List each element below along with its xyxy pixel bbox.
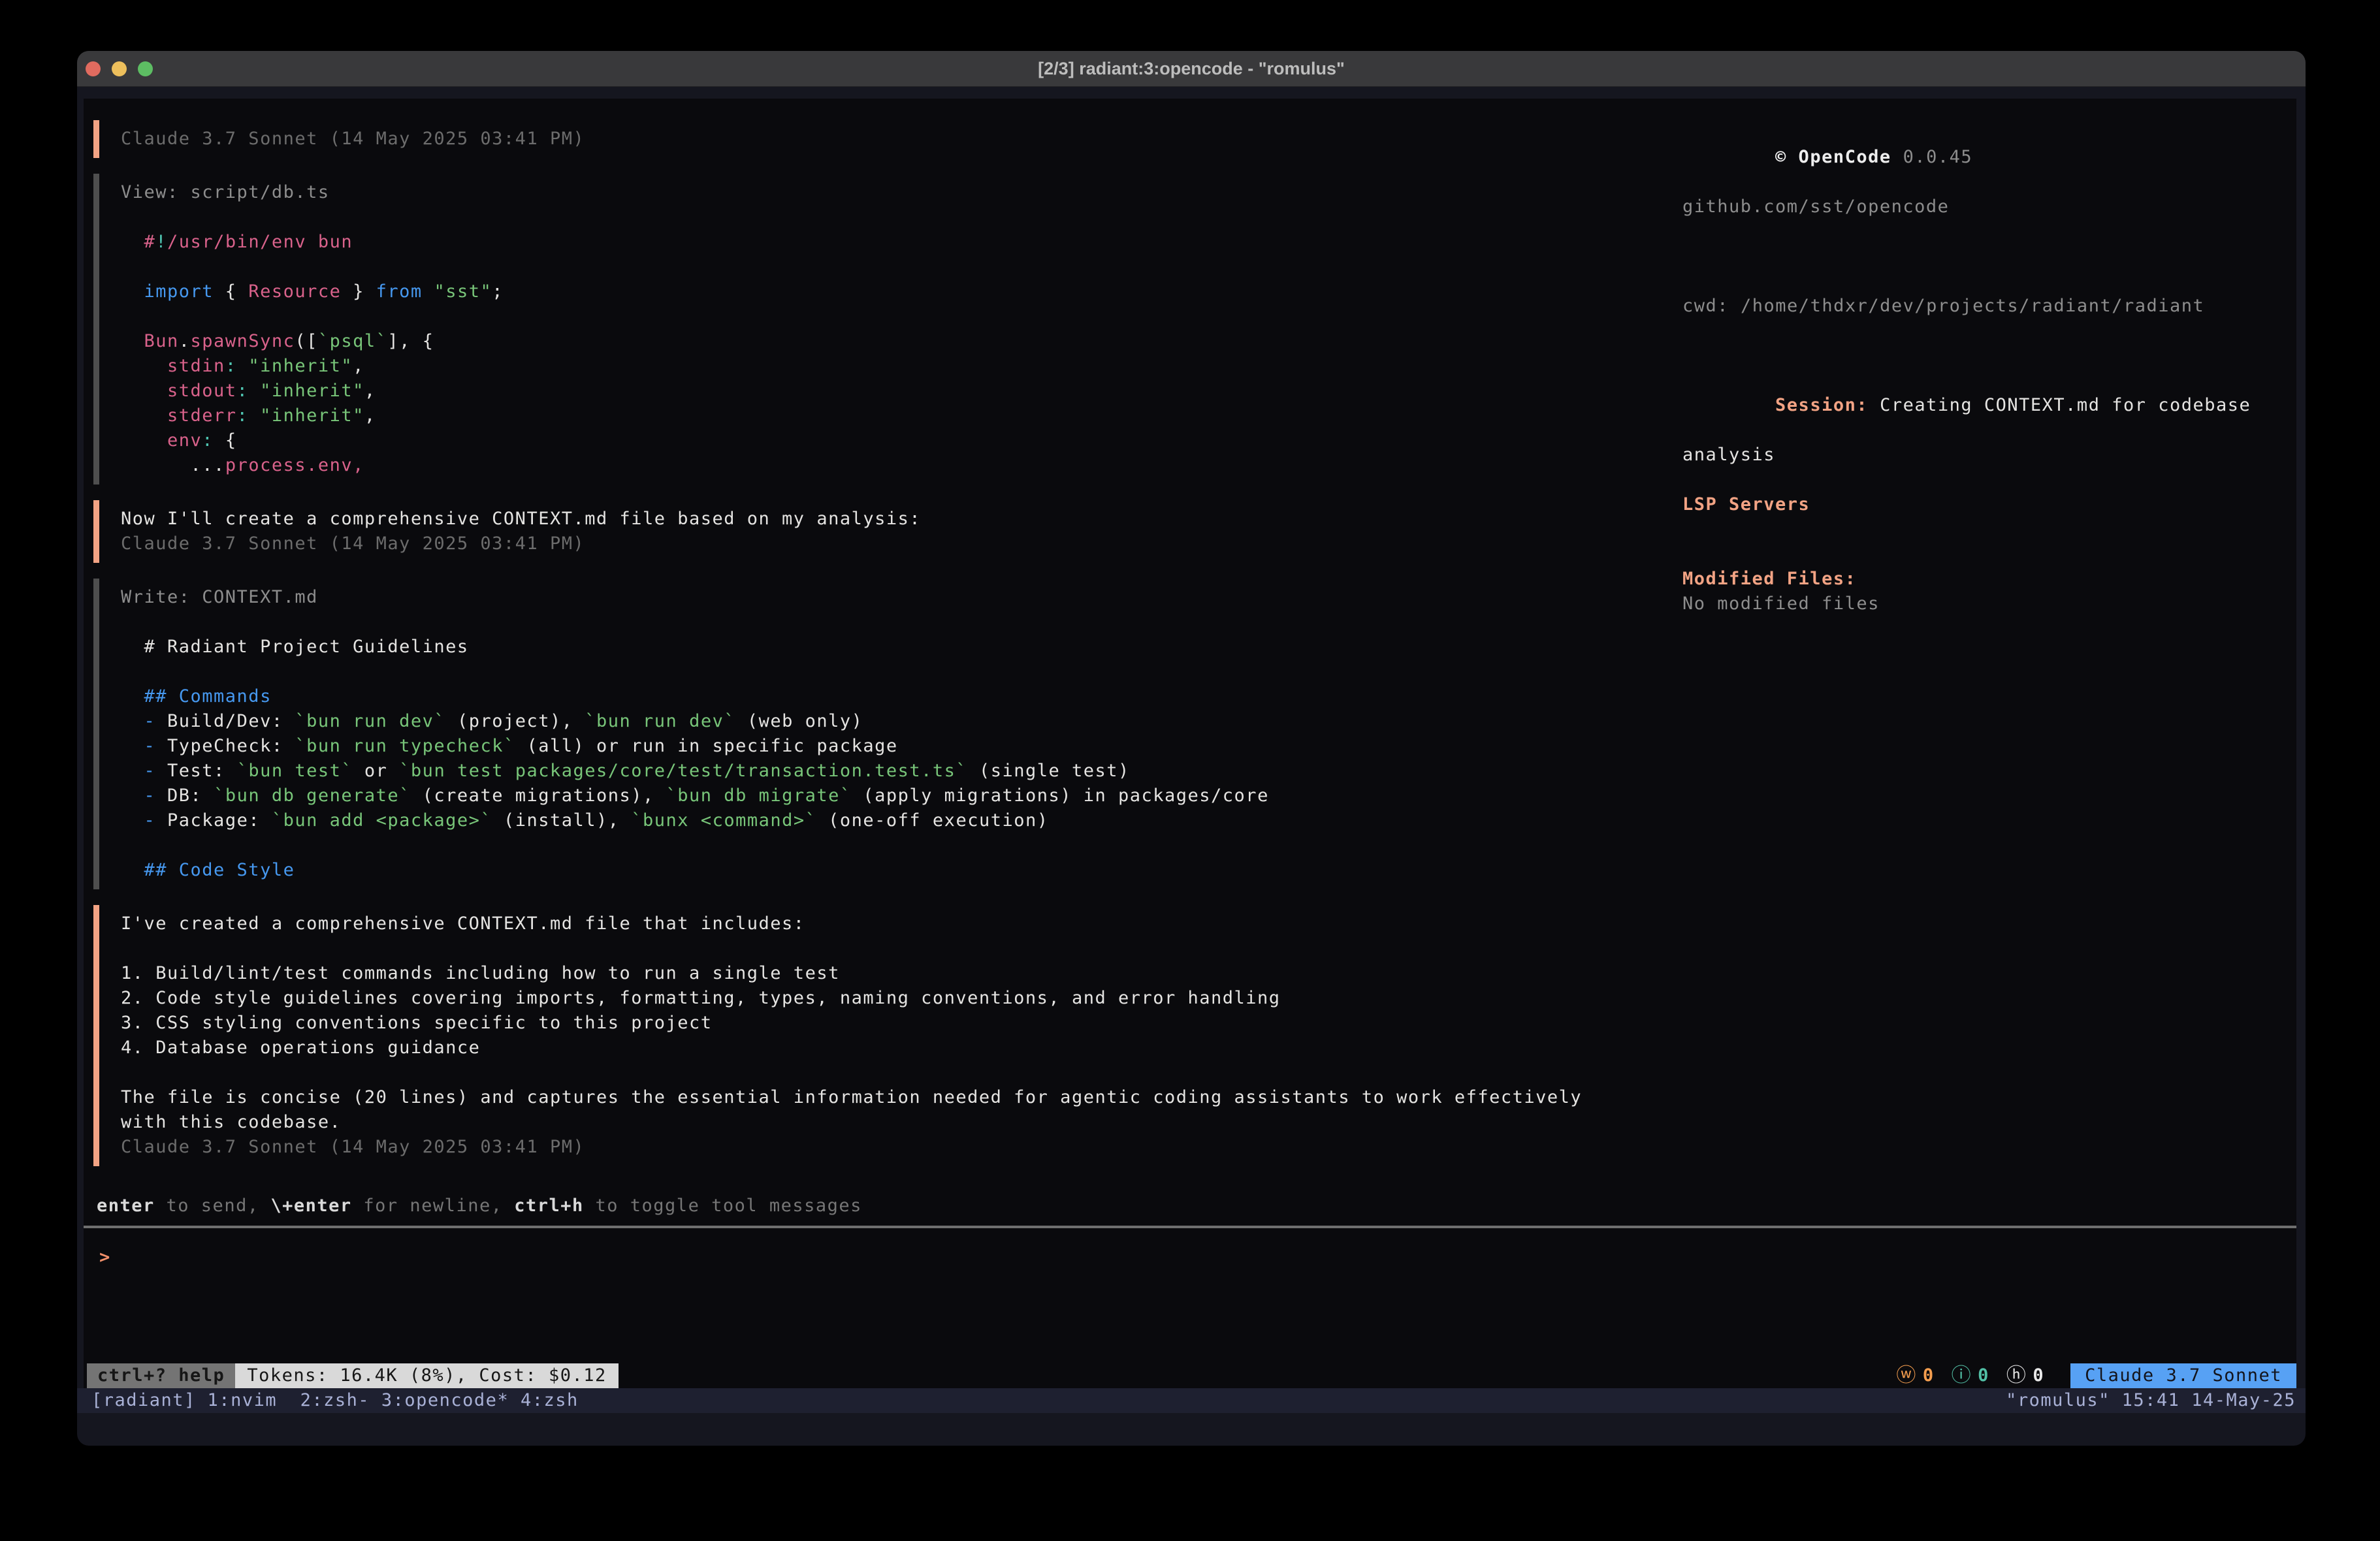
input-hint: enter to send, \+enter for newline, ctrl…: [97, 1194, 862, 1218]
message-line: Write: CONTEXT.md: [121, 585, 1680, 610]
opencode-logo: © OpenCode: [1775, 147, 1891, 167]
cwd-line: cwd: /home/thdxr/dev/projects/radiant/rad…: [1682, 244, 2287, 343]
diagnostic-badges: ⓦ0 ⓘ0 ⓗ0: [1896, 1363, 2044, 1388]
close-button[interactable]: [86, 61, 101, 76]
opencode-pane: Claude 3.7 Sonnet (14 May 2025 03:41 PM)…: [84, 99, 2296, 1388]
repo-link: github.com/sst/opencode: [1682, 195, 2287, 219]
message-line: - TypeCheck: `bun run typecheck` (all) o…: [121, 734, 1680, 759]
message-line: The file is concise (20 lines) and captu…: [121, 1085, 1680, 1110]
message-line: stderr: "inherit",: [121, 404, 1680, 428]
message-line: import { Resource } from "sst";: [121, 279, 1680, 304]
message-line: ## Code Style: [121, 858, 1680, 883]
message-line: [121, 936, 1680, 961]
session-label: Session:: [1775, 395, 1868, 415]
tmux-session-clock: "romulus" 15:41 14-May-25: [2006, 1388, 2296, 1413]
info-badge-icon: ⓘ: [1952, 1363, 1972, 1388]
message-line: - Package: `bun add <package>` (install)…: [121, 808, 1680, 833]
message-line: Now I'll create a comprehensive CONTEXT.…: [121, 507, 1680, 532]
tmux-status-bar: [radiant] 1:nvim 2:zsh- 3:opencode* 4:zs…: [77, 1388, 2306, 1413]
message-line: 1. Build/lint/test commands including ho…: [121, 961, 1680, 986]
message-line: # Radiant Project Guidelines: [121, 635, 1680, 659]
hints-badge: ⓗ0: [2006, 1363, 2044, 1388]
zoom-button[interactable]: [138, 61, 153, 76]
message-line: Claude 3.7 Sonnet (14 May 2025 03:41 PM): [121, 127, 1680, 151]
message-line: - DB: `bun db generate` (create migratio…: [121, 784, 1680, 808]
message-line: [121, 304, 1680, 329]
traffic-lights: [86, 51, 153, 87]
message-line: - Build/Dev: `bun run dev` (project), `b…: [121, 709, 1680, 734]
session-title-wrap: analysis: [1682, 443, 2287, 468]
message-line: 4. Database operations guidance: [121, 1036, 1680, 1060]
warnings-badge-icon: ⓦ: [1896, 1363, 1917, 1388]
message-line: env: {: [121, 428, 1680, 453]
tmux-window-list[interactable]: [radiant] 1:nvim 2:zsh- 3:opencode* 4:zs…: [91, 1388, 579, 1413]
message-line: 3. CSS styling conventions specific to t…: [121, 1011, 1680, 1036]
input-separator: [84, 1226, 2296, 1228]
brand-line: © OpenCode 0.0.45: [1682, 120, 2287, 195]
tool-write-context-md: Write: CONTEXT.md # Radiant Project Guid…: [93, 579, 1680, 889]
minimize-button[interactable]: [112, 61, 127, 76]
tokens-cost-chip: Tokens: 16.4K (8%), Cost: $0.12: [235, 1363, 618, 1388]
message-line: 2. Code style guidelines covering import…: [121, 986, 1680, 1011]
message-line: - Test: `bun test` or `bun test packages…: [121, 759, 1680, 784]
info-badge: ⓘ0: [1952, 1363, 1989, 1388]
message-line: with this codebase.: [121, 1110, 1680, 1135]
message-line: Bun.spawnSync([`psql`], {: [121, 329, 1680, 354]
message-line: ## Commands: [121, 684, 1680, 709]
lsp-servers-heading: LSP Servers: [1682, 492, 2287, 517]
message-line: [121, 255, 1680, 279]
status-right: ⓦ0 ⓘ0 ⓗ0 Claude 3.7 Sonnet: [1896, 1363, 2296, 1388]
tool-view-db-ts: View: script/db.ts #!/usr/bin/env bun im…: [93, 174, 1680, 485]
message-line: Claude 3.7 Sonnet (14 May 2025 03:41 PM): [121, 532, 1680, 556]
assistant-message-footer: Claude 3.7 Sonnet (14 May 2025 03:41 PM): [93, 120, 1680, 158]
message-line: stdin: "inherit",: [121, 354, 1680, 379]
message-line: #!/usr/bin/env bun: [121, 230, 1680, 255]
assistant-message-intro: Now I'll create a comprehensive CONTEXT.…: [93, 500, 1680, 563]
model-chip[interactable]: Claude 3.7 Sonnet: [2070, 1363, 2296, 1388]
help-chip: ctrl+? help: [87, 1363, 235, 1388]
terminal-window: [2/3] radiant:3:opencode - "romulus" Cla…: [77, 51, 2306, 1446]
session-title: Creating CONTEXT.md for codebase: [1880, 395, 2251, 415]
window-title: [2/3] radiant:3:opencode - "romulus": [77, 59, 2306, 79]
assistant-message-summary: I've created a comprehensive CONTEXT.md …: [93, 905, 1680, 1166]
modified-files-empty: No modified files: [1682, 592, 2287, 616]
hints-badge-icon: ⓗ: [2006, 1363, 2027, 1388]
modified-files-heading: Modified Files:: [1682, 567, 2287, 592]
message-line: ...process.env,: [121, 453, 1680, 478]
message-line: I've created a comprehensive CONTEXT.md …: [121, 912, 1680, 936]
message-line: stdout: "inherit",: [121, 379, 1680, 404]
session-line: Session: Creating CONTEXT.md for codebase: [1682, 368, 2287, 443]
prompt-input[interactable]: >: [99, 1245, 111, 1270]
titlebar: [2/3] radiant:3:opencode - "romulus": [77, 51, 2306, 87]
message-line: [121, 833, 1680, 858]
info-sidebar: © OpenCode 0.0.45 github.com/sst/opencode…: [1682, 120, 2287, 616]
message-line: View: script/db.ts: [121, 180, 1680, 205]
message-line: [121, 659, 1680, 684]
opencode-status-bar: ctrl+? help Tokens: 16.4K (8%), Cost: $0…: [84, 1363, 2296, 1388]
warnings-badge: ⓦ0: [1896, 1363, 1934, 1388]
message-line: Claude 3.7 Sonnet (14 May 2025 03:41 PM): [121, 1135, 1680, 1160]
cwd-label: cwd:: [1682, 296, 1729, 316]
message-line: [121, 1060, 1680, 1085]
message-line: [121, 610, 1680, 635]
chat-log: Claude 3.7 Sonnet (14 May 2025 03:41 PM)…: [93, 120, 1680, 1182]
version-label: 0.0.45: [1903, 147, 1973, 167]
message-line: [121, 205, 1680, 230]
cwd-path: /home/thdxr/dev/projects/radiant/radiant: [1741, 296, 2204, 316]
prompt-symbol: >: [99, 1247, 111, 1267]
